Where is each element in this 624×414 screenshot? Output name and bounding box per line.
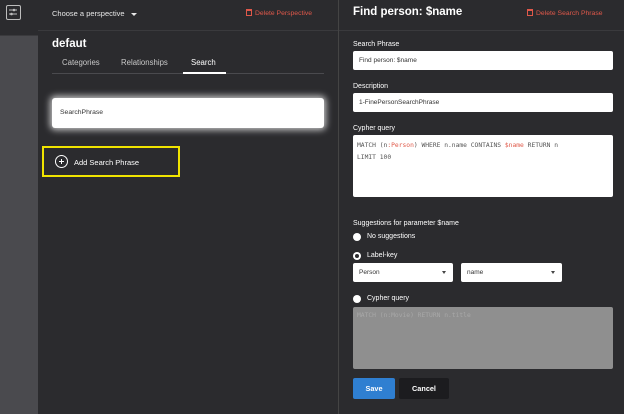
- editor-title: Find person: $name: [353, 6, 463, 18]
- label-select[interactable]: Person: [353, 263, 453, 282]
- cancel-button[interactable]: Cancel: [399, 378, 449, 399]
- delete-search-phrase-button[interactable]: Delete Search Phrase: [527, 9, 603, 17]
- search-phrase-label: SearchPhrase: [60, 109, 104, 116]
- suggestion-cypher-editor: MATCH (n:Movie) RETURN n.title: [353, 307, 613, 369]
- key-select-value: name: [467, 269, 484, 276]
- delete-perspective-button[interactable]: Delete Perspective: [246, 9, 312, 17]
- trash-icon: [527, 9, 533, 16]
- search-phrase-editor: Find person: $name Delete Search Phrase …: [339, 0, 624, 414]
- search-phrase-input[interactable]: Find person: $name: [353, 51, 613, 70]
- cypher-line-1: MATCH (n:Person) WHERE n.name CONTAINS $…: [357, 140, 609, 152]
- tab-bar: Categories Relationships Search: [52, 56, 324, 74]
- radio-no-suggestions-label: No suggestions: [367, 233, 416, 240]
- divider: [339, 30, 624, 31]
- trash-icon: [246, 9, 252, 16]
- description-input[interactable]: 1-FinePersonSearchPhrase: [353, 93, 613, 112]
- radio-cypher-query[interactable]: [353, 295, 361, 303]
- search-phrase-field-label: Search Phrase: [353, 41, 400, 48]
- delete-perspective-label: Delete Perspective: [255, 10, 313, 17]
- plus-circle-icon: [55, 155, 68, 168]
- add-search-phrase-button[interactable]: Add Search Phrase: [42, 146, 180, 177]
- radio-no-suggestions[interactable]: [353, 233, 361, 241]
- cypher-token: RETURN n: [523, 142, 558, 149]
- tab-relationships[interactable]: Relationships: [121, 58, 168, 67]
- side-rail: [0, 0, 38, 414]
- divider: [38, 30, 338, 31]
- radio-label-key[interactable]: [353, 252, 361, 260]
- tab-categories[interactable]: Categories: [62, 58, 100, 67]
- cypher-token: ) WHERE n.name CONTAINS: [413, 142, 505, 149]
- delete-search-phrase-label: Delete Search Phrase: [536, 10, 603, 17]
- cypher-query-label: Cypher query: [353, 125, 396, 132]
- sliders-icon[interactable]: [6, 5, 21, 20]
- tab-search[interactable]: Search: [191, 58, 216, 67]
- cypher-param-token: $name: [504, 142, 524, 149]
- active-tab-indicator: [183, 72, 226, 74]
- rail-header: [0, 0, 38, 36]
- perspective-panel: Choose a perspective Delete Perspective …: [38, 0, 338, 414]
- save-button[interactable]: Save: [353, 378, 395, 399]
- label-select-value: Person: [359, 269, 380, 276]
- chevron-down-icon: [130, 12, 137, 16]
- radio-cypher-query-label: Cypher query: [367, 295, 410, 302]
- key-select[interactable]: name: [461, 263, 562, 282]
- chevron-down-icon: [551, 271, 555, 274]
- cypher-line-2: LIMIT 100: [357, 154, 392, 161]
- cypher-label-token: :Person: [387, 142, 414, 149]
- search-phrase-card[interactable]: SearchPhrase: [52, 98, 324, 128]
- perspective-selector-label: Choose a perspective: [52, 9, 125, 18]
- cypher-token: MATCH (n: [357, 142, 388, 149]
- radio-label-key-label: Label-key: [367, 252, 398, 259]
- chevron-down-icon: [442, 271, 446, 274]
- perspective-name: defaut: [52, 38, 87, 50]
- suggestions-label: Suggestions for parameter $name: [353, 220, 459, 227]
- cypher-query-editor[interactable]: MATCH (n:Person) WHERE n.name CONTAINS $…: [353, 135, 613, 197]
- add-search-phrase-label: Add Search Phrase: [74, 158, 140, 167]
- perspective-selector[interactable]: Choose a perspective: [52, 9, 137, 18]
- description-field-label: Description: [353, 83, 389, 90]
